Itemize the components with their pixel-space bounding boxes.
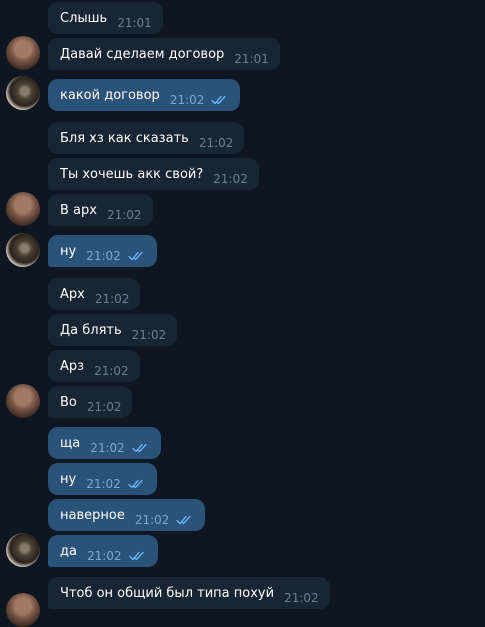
double-check-icon — [128, 479, 143, 488]
message-time: 21:02 — [198, 135, 234, 150]
message-text: Арх — [60, 286, 85, 302]
outgoing-message[interactable]: какой договор 21:02 — [48, 79, 241, 111]
own-avatar[interactable] — [6, 233, 40, 267]
message-time: 21:02 — [106, 207, 142, 222]
double-check-icon — [132, 443, 147, 452]
incoming-message[interactable]: Арх 21:02 — [48, 278, 141, 310]
incoming-message[interactable]: Да блять 21:02 — [48, 314, 178, 346]
message-text: какой договор — [60, 87, 160, 103]
message-text: В арх — [60, 202, 97, 218]
message-text: наверное — [60, 507, 125, 523]
contact-avatar[interactable] — [6, 593, 40, 627]
contact-avatar[interactable] — [6, 36, 40, 70]
message-time: 21:02 — [284, 590, 319, 605]
message-text: Давай сделаем договор — [60, 46, 225, 62]
message-text: Ты хочешь акк свой? — [60, 166, 204, 182]
double-check-icon — [128, 551, 144, 560]
incoming-message[interactable]: Ты хочешь акк свой? 21:02 — [48, 158, 259, 190]
own-avatar[interactable] — [6, 76, 40, 110]
message-time: 21:01 — [234, 51, 269, 66]
message-text: ну — [60, 243, 77, 259]
message-time: 21:02 — [86, 399, 122, 414]
message-text: ну — [60, 471, 77, 487]
incoming-message[interactable]: В арх 21:02 — [48, 194, 153, 226]
outgoing-message[interactable]: наверное 21:02 — [48, 499, 206, 531]
message-time: 21:02 — [169, 92, 205, 107]
message-text: Во — [60, 394, 77, 410]
message-text: Да блять — [60, 322, 122, 338]
message-time: 21:01 — [117, 15, 152, 30]
message-time: 21:02 — [86, 548, 122, 563]
message-text: Арз — [60, 358, 85, 374]
incoming-message[interactable]: Слышь 21:01 — [48, 2, 163, 34]
incoming-message[interactable]: Бля хз как сказать 21:02 — [48, 122, 245, 154]
message-text: Бля хз как сказать — [60, 130, 189, 146]
outgoing-message[interactable]: ну 21:02 — [48, 235, 157, 267]
message-time: 21:02 — [94, 363, 129, 378]
double-check-icon — [176, 515, 192, 524]
message-time: 21:02 — [86, 476, 121, 491]
message-time: 21:02 — [90, 440, 125, 455]
chat-history[interactable]: Слышь 21:01 Давай сделаем договор 21:01 како… — [0, 0, 485, 627]
contact-avatar[interactable] — [6, 384, 40, 418]
message-time: 21:02 — [131, 327, 167, 342]
outgoing-message[interactable]: ща 21:02 — [48, 427, 161, 459]
message-text: ща — [60, 435, 81, 451]
own-avatar[interactable] — [6, 533, 40, 567]
incoming-message[interactable]: Давай сделаем договор 21:01 — [48, 38, 280, 70]
message-time: 21:02 — [94, 291, 130, 306]
message-text: Слышь — [60, 10, 108, 26]
message-time: 21:02 — [213, 171, 248, 186]
incoming-message[interactable]: Чтоб он общий был типа похуй 21:02 — [48, 577, 330, 609]
message-text: да — [60, 543, 77, 559]
message-time: 21:02 — [86, 248, 121, 263]
message-time: 21:02 — [134, 512, 170, 527]
incoming-message[interactable]: Арз 21:02 — [48, 350, 140, 382]
incoming-message[interactable]: Во 21:02 — [48, 386, 133, 418]
outgoing-message[interactable]: ну 21:02 — [48, 463, 157, 495]
double-check-icon — [211, 95, 227, 104]
outgoing-message[interactable]: да 21:02 — [48, 535, 158, 567]
message-text: Чтоб он общий был типа похуй — [60, 585, 275, 601]
double-check-icon — [128, 251, 143, 260]
contact-avatar[interactable] — [6, 192, 40, 226]
